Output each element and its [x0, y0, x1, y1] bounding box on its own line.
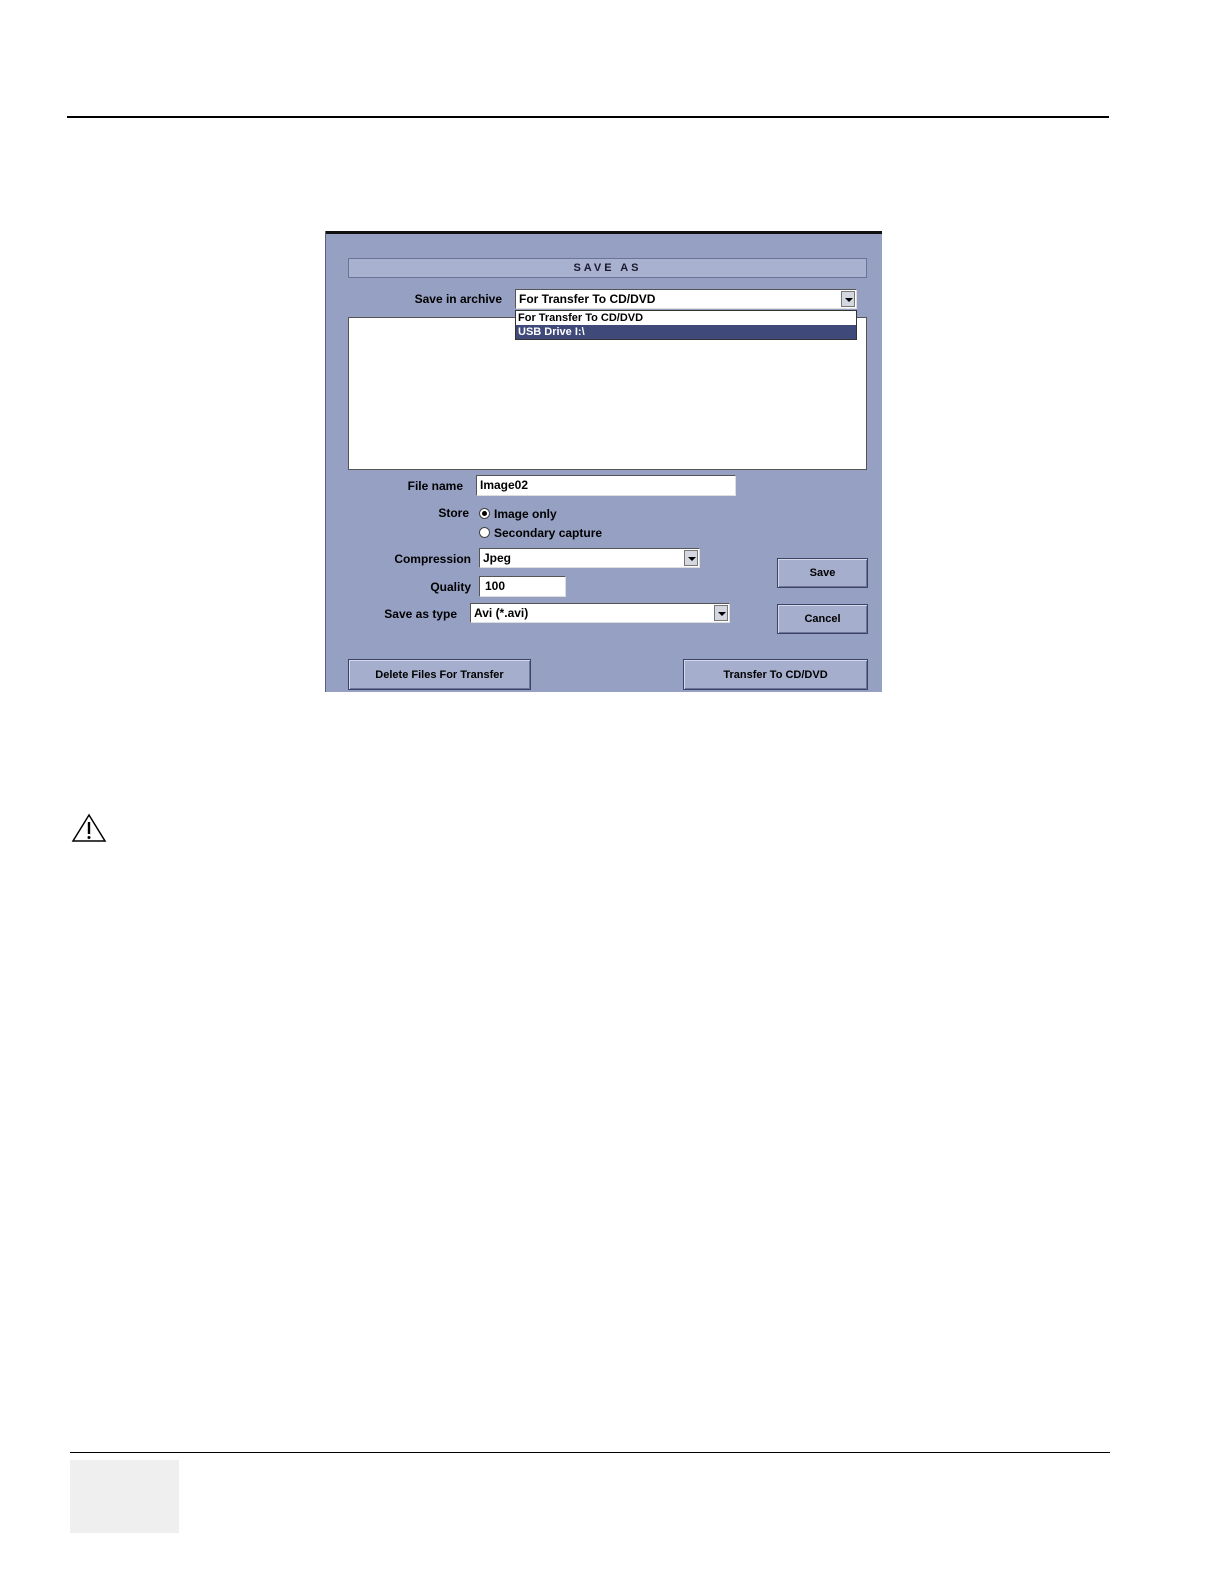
- file-name-label: File name: [407, 479, 463, 493]
- radio-image-only[interactable]: [479, 508, 490, 519]
- transfer-button[interactable]: Transfer To CD/DVD: [683, 659, 868, 690]
- footer-tab: [70, 1460, 179, 1533]
- compression-value: Jpeg: [483, 551, 512, 565]
- cancel-button[interactable]: Cancel: [777, 604, 868, 634]
- dropdown-option-usb-drive[interactable]: USB Drive I:\: [516, 325, 856, 339]
- store-label: Store: [438, 506, 469, 520]
- save-in-combobox[interactable]: For Transfer To CD/DVD: [515, 289, 857, 309]
- dropdown-option-cd-dvd[interactable]: For Transfer To CD/DVD: [516, 311, 856, 325]
- save-in-value: For Transfer To CD/DVD: [519, 292, 656, 306]
- delete-files-button[interactable]: Delete Files For Transfer: [348, 659, 531, 690]
- compression-label: Compression: [394, 552, 471, 566]
- save-type-label: Save as type: [384, 607, 457, 621]
- header-rule: [67, 116, 1109, 118]
- chevron-down-icon[interactable]: [841, 291, 855, 307]
- quality-label: Quality: [430, 580, 471, 594]
- chevron-down-icon[interactable]: [714, 605, 728, 621]
- radio-secondary-capture-label: Secondary capture: [494, 526, 603, 540]
- compression-combobox[interactable]: Jpeg: [479, 548, 700, 568]
- dialog-title: SAVE AS: [348, 258, 867, 278]
- footer-rule: [70, 1452, 1110, 1453]
- chevron-down-icon[interactable]: [684, 550, 698, 566]
- radio-image-only-label: Image only: [494, 507, 557, 521]
- save-in-dropdown-list[interactable]: For Transfer To CD/DVD USB Drive I:\: [515, 310, 857, 340]
- save-type-combobox[interactable]: Avi (*.avi): [470, 603, 730, 623]
- quality-input[interactable]: 100: [479, 576, 566, 597]
- save-button[interactable]: Save: [777, 558, 868, 588]
- save-in-label: Save in archive: [414, 292, 502, 306]
- file-name-input[interactable]: Image02: [476, 475, 736, 496]
- warning-triangle-icon: [71, 813, 107, 842]
- save-as-dialog: SAVE AS Save in archive For Transfer To …: [325, 231, 882, 692]
- save-type-value: Avi (*.avi): [474, 606, 529, 620]
- radio-secondary-capture[interactable]: [479, 527, 490, 538]
- dialog-edge: [325, 231, 326, 692]
